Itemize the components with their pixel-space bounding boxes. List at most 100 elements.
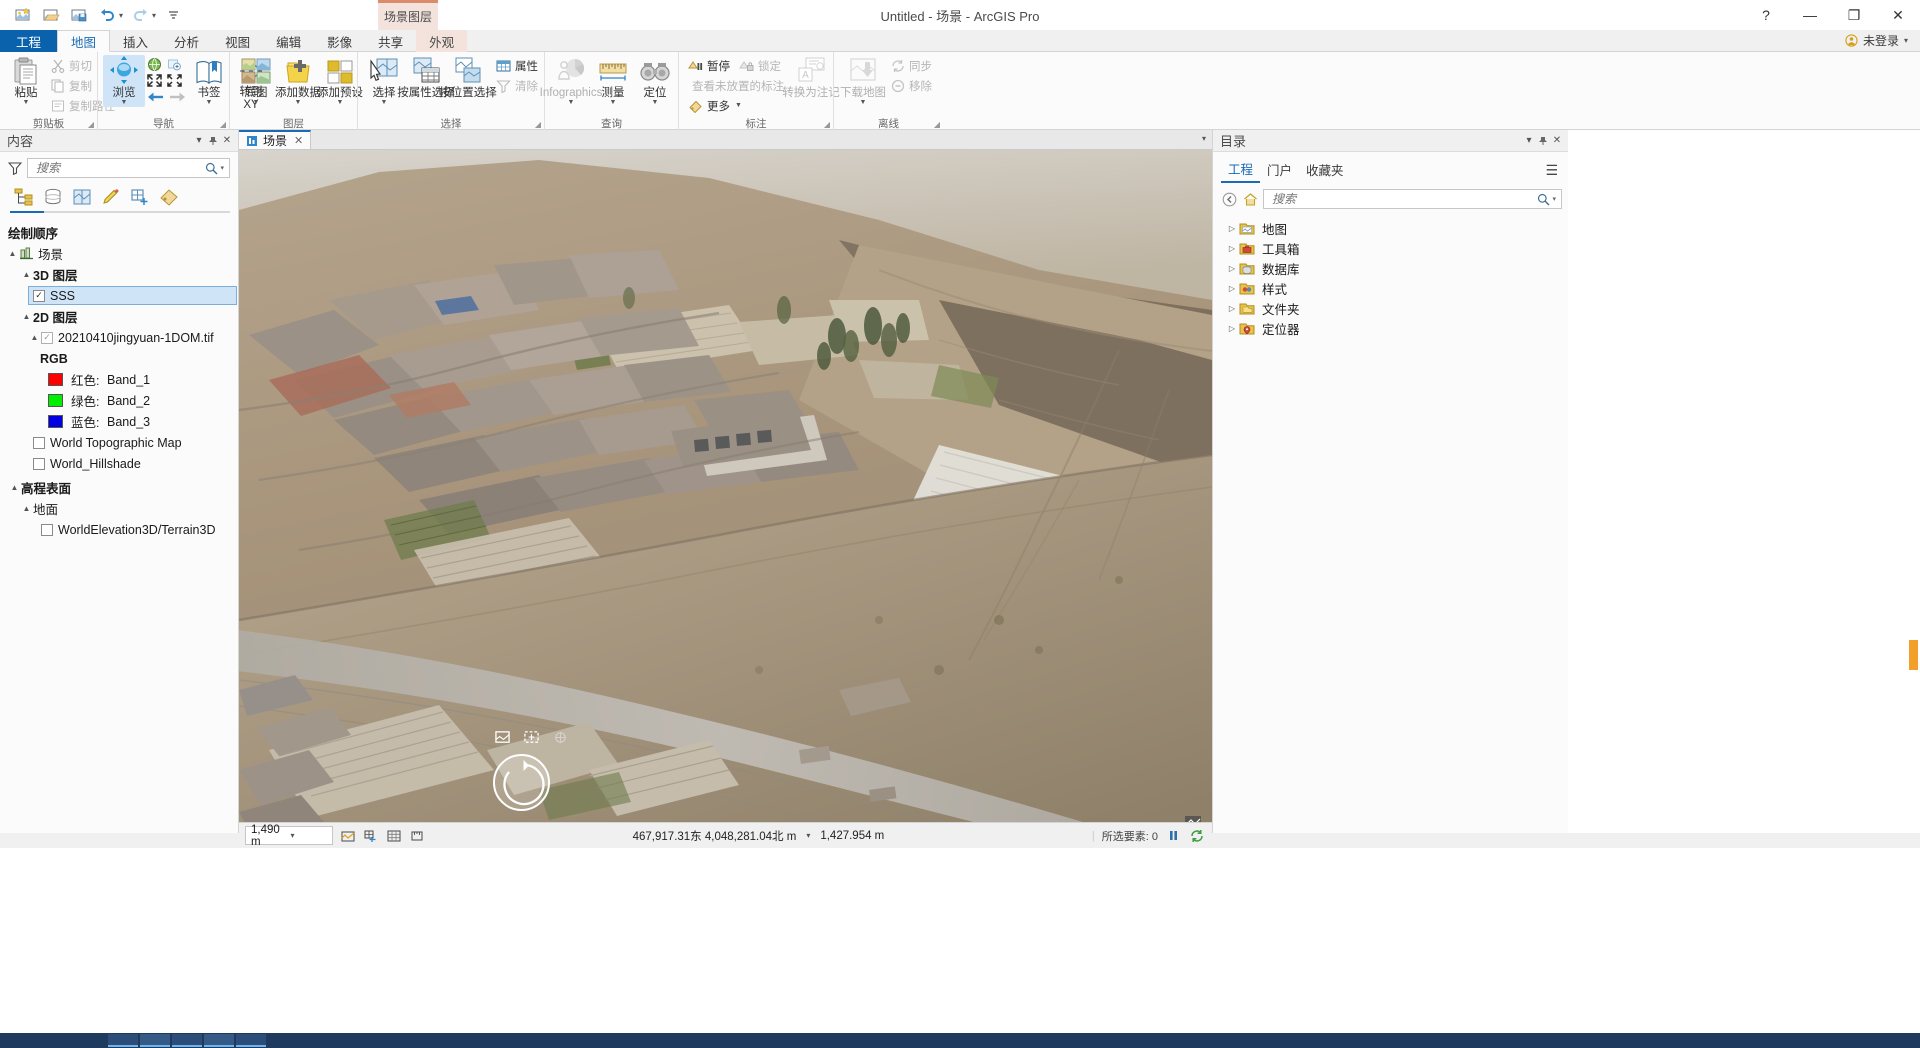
measure-button[interactable]: 测量 ▼ — [592, 55, 634, 107]
add-preset-dropdown-icon[interactable]: ▼ — [337, 99, 344, 107]
green-band-swatch[interactable] — [48, 394, 63, 407]
offline-dialog-launcher-icon[interactable]: ◢ — [934, 120, 940, 129]
taskbar-item[interactable] — [236, 1034, 266, 1047]
locators-twisty-icon[interactable]: ▷ — [1225, 324, 1239, 333]
navigation-dialog-launcher-icon[interactable]: ◢ — [220, 120, 226, 129]
add-preset-button[interactable]: 添加预设 ▼ — [317, 55, 363, 107]
tab-edit[interactable]: 编辑 — [263, 30, 314, 52]
catalog-item-toolboxes[interactable]: ▷ 工具箱 — [1213, 238, 1568, 258]
toc-group-3d-layers[interactable]: ▲ 3D 图层 — [0, 264, 238, 285]
zoom-out-fixed-icon[interactable] — [167, 74, 182, 87]
2d-layers-twisty-icon[interactable]: ▲ — [20, 312, 33, 321]
map-scale-caret-icon[interactable]: ▾ — [291, 831, 331, 840]
home-icon[interactable] — [1242, 191, 1259, 208]
taskbar-item[interactable] — [172, 1034, 202, 1047]
blue-band-swatch[interactable] — [48, 415, 63, 428]
view-tab-close-icon[interactable]: ✕ — [294, 134, 303, 147]
measure-status-icon[interactable] — [408, 827, 425, 844]
view-tab-scene[interactable]: 场景 ✕ — [239, 130, 312, 149]
taskbar-item[interactable] — [140, 1034, 170, 1047]
clear-selection-button[interactable]: 清除 — [492, 76, 542, 95]
ground-twisty-icon[interactable]: ▲ — [20, 504, 33, 513]
filter-icon[interactable] — [8, 161, 22, 175]
navigator-arrow-icon[interactable] — [495, 756, 552, 813]
world-topographic-checkbox[interactable] — [33, 436, 45, 449]
contents-search-input[interactable] — [34, 160, 206, 176]
search-icon[interactable] — [205, 162, 218, 175]
more-labeling-dropdown-icon[interactable]: ▼ — [735, 102, 742, 109]
maps-twisty-icon[interactable]: ▷ — [1225, 224, 1239, 233]
account-icon[interactable] — [1845, 34, 1858, 47]
toc-layer-world-topographic-map[interactable]: World Topographic Map — [0, 432, 238, 453]
snapping-icon[interactable] — [362, 827, 379, 844]
grid-icon[interactable] — [385, 827, 402, 844]
toc-layer-world-hillshade[interactable]: World_Hillshade — [0, 453, 238, 474]
sync-button[interactable]: 同步 — [887, 56, 936, 75]
dom-tif-twisty-icon[interactable]: ▲ — [28, 333, 41, 342]
taskbar-item[interactable] — [204, 1034, 234, 1047]
map-scale-control[interactable]: 1,490 m ▾ — [245, 824, 333, 848]
list-by-selection-icon[interactable] — [68, 185, 95, 209]
catalog-search-input[interactable] — [1270, 191, 1538, 207]
catalog-search-box[interactable]: ▾ — [1263, 189, 1562, 209]
catalog-search-caret-icon[interactable]: ▾ — [1550, 195, 1558, 203]
selected-features-icon[interactable] — [339, 827, 356, 844]
list-by-labeling-icon[interactable] — [155, 185, 182, 209]
undo-icon[interactable] — [94, 3, 120, 27]
catalog-item-folders[interactable]: ▷ 文件夹 — [1213, 298, 1568, 318]
scene-view[interactable] — [239, 150, 1212, 833]
catalog-item-styles[interactable]: ▷ 样式 — [1213, 278, 1568, 298]
open-project-icon[interactable] — [38, 3, 64, 27]
toc-layer-sss[interactable]: ✓ SSS — [28, 286, 237, 305]
catalog-panel-close-icon[interactable]: ✕ — [1550, 134, 1564, 148]
basemap-button[interactable]: 底图 ▼ — [235, 55, 277, 107]
redo-dropdown-icon[interactable]: ▾ — [152, 11, 158, 20]
world-hillshade-checkbox[interactable] — [33, 457, 45, 470]
explore-button[interactable]: 浏览 ▼ — [103, 55, 145, 107]
tab-project[interactable]: 工程 — [0, 30, 58, 52]
fixed-zoom-in-icon[interactable] — [167, 57, 182, 72]
elevation-surfaces-twisty-icon[interactable]: ▲ — [8, 483, 21, 492]
toc-group-elevation-surfaces[interactable]: ▲ 高程表面 — [0, 477, 238, 498]
paste-dropdown-icon[interactable]: ▼ — [23, 99, 30, 107]
more-labeling-button[interactable]: 更多 ▼ — [684, 96, 784, 115]
basemap-dropdown-icon[interactable]: ▼ — [253, 99, 260, 107]
infographics-dropdown-icon[interactable]: ▼ — [568, 99, 575, 107]
download-map-dropdown-icon[interactable]: ▼ — [860, 99, 867, 107]
lock-labels-button[interactable]: 锁定 — [735, 56, 785, 75]
sss-checkbox[interactable]: ✓ — [33, 289, 45, 302]
maximize-button[interactable]: ❐ — [1832, 0, 1876, 30]
toc-layer-dom-tif[interactable]: ▲ ✓ 20210410jingyuan-1DOM.tif — [0, 327, 238, 348]
catalog-item-locators[interactable]: ▷ 定位器 — [1213, 318, 1568, 338]
list-by-data-source-icon[interactable] — [39, 185, 66, 209]
catalog-search-icon[interactable] — [1537, 193, 1550, 206]
measure-dropdown-icon[interactable]: ▼ — [610, 99, 617, 107]
contents-panel-menu-icon[interactable]: ▾ — [192, 134, 206, 148]
view-unplaced-labels-button[interactable]: 查看未放置的标注 — [684, 76, 784, 95]
toolboxes-twisty-icon[interactable]: ▷ — [1225, 244, 1239, 253]
full-extent-icon[interactable] — [147, 57, 162, 72]
right-edge-indicator[interactable] — [1909, 640, 1918, 670]
add-data-button[interactable]: 添加数据 ▼ — [275, 55, 321, 107]
select-button[interactable]: 选择 ▼ — [363, 55, 405, 107]
clipboard-dialog-launcher-icon[interactable]: ◢ — [88, 120, 94, 129]
account-caret-icon[interactable]: ▾ — [1904, 36, 1908, 45]
pause-labeling-button[interactable]: 暂停 — [684, 56, 734, 75]
pause-drawing-icon[interactable] — [1165, 827, 1182, 844]
infographics-button[interactable]: Infographics ▼ — [540, 55, 602, 107]
list-by-editing-icon[interactable] — [97, 185, 124, 209]
catalog-item-databases[interactable]: ▷ 数据库 — [1213, 258, 1568, 278]
new-project-icon[interactable] — [10, 3, 36, 27]
select-dropdown-icon[interactable]: ▼ — [381, 99, 388, 107]
bookmarks-button[interactable]: 书签 ▼ — [188, 55, 230, 107]
select-by-location-button[interactable]: 按位置选择 — [439, 55, 497, 99]
explore-overlay-icon[interactable] — [524, 730, 539, 745]
link-views-overlay-icon[interactable] — [553, 730, 568, 745]
toc-group-2d-layers[interactable]: ▲ 2D 图层 — [0, 306, 238, 327]
tab-share[interactable]: 共享 — [365, 30, 416, 52]
back-icon[interactable] — [1221, 191, 1238, 208]
catalog-tab-project[interactable]: 工程 — [1221, 157, 1261, 183]
selection-dialog-launcher-icon[interactable]: ◢ — [535, 120, 541, 129]
list-by-snapping-icon[interactable] — [126, 185, 153, 209]
refresh-icon[interactable] — [1189, 827, 1206, 844]
